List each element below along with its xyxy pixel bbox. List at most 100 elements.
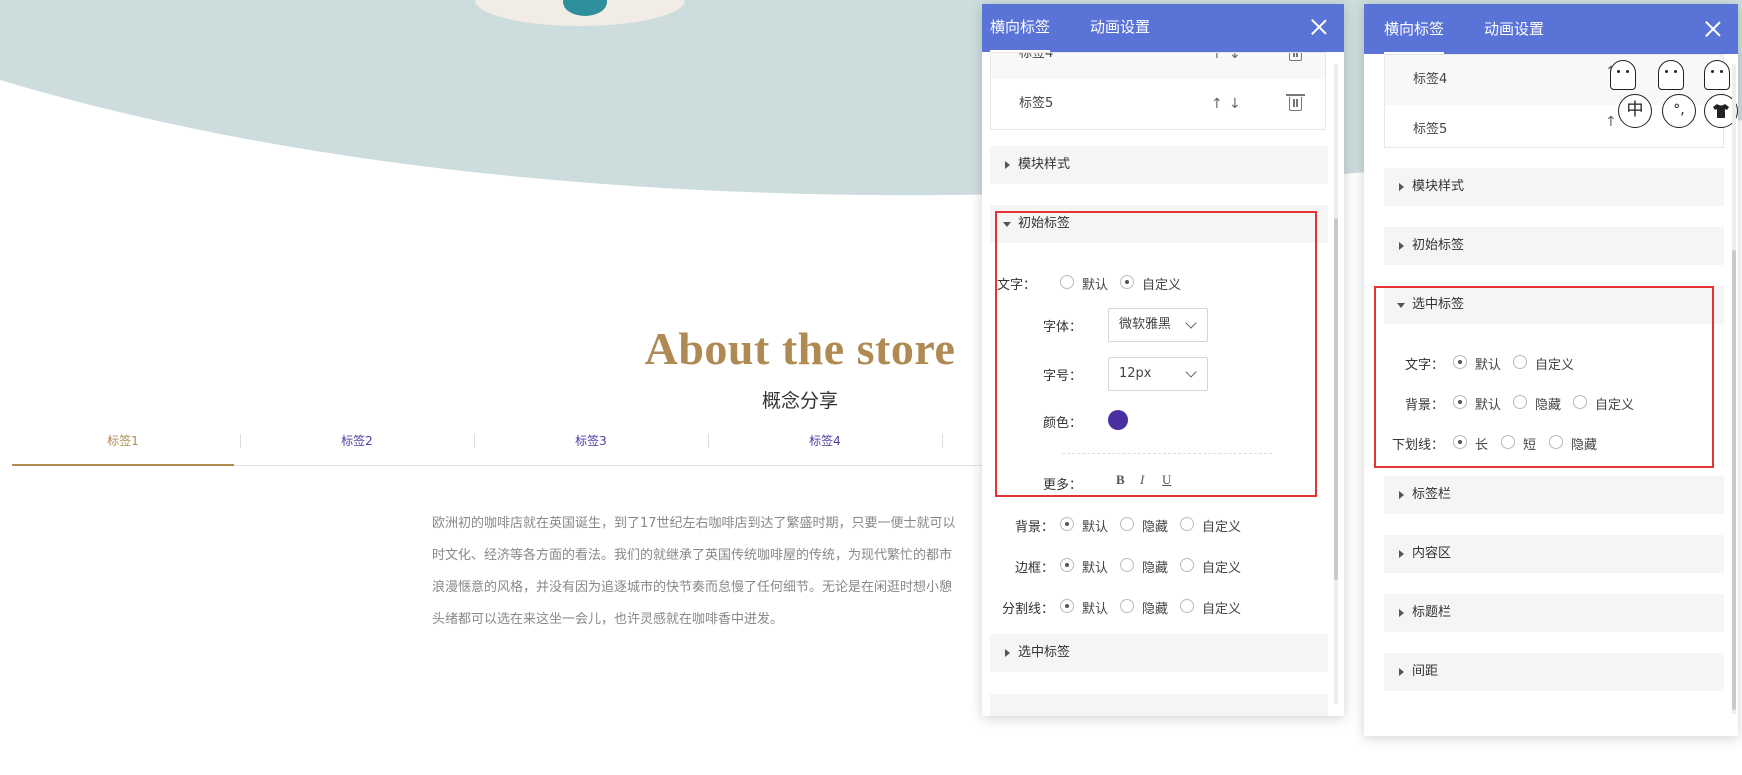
arrow-up-icon[interactable]: ↑	[1211, 79, 1223, 129]
trash-icon[interactable]	[1286, 94, 1305, 111]
mascot-icon[interactable]	[1658, 60, 1684, 90]
right-settings-panel: 横向标签 动画设置 标签4 ↑ 标签5 ↑ 中 °, 模块样式	[1364, 4, 1738, 736]
radio-bg-hidden[interactable]	[1120, 517, 1134, 531]
radio-label: 默认	[1475, 358, 1502, 373]
list-item-label: 标签5	[1019, 96, 1054, 111]
content-tab-1[interactable]: 标签1	[12, 426, 234, 466]
arrow-up-icon[interactable]: ↑	[1605, 97, 1617, 147]
radio-label: 隐藏	[1142, 561, 1169, 576]
underline-button[interactable]: U	[1162, 472, 1171, 488]
size-label: 字号：	[1042, 369, 1082, 384]
section-label: 内容区	[1412, 546, 1452, 561]
tab-separator	[240, 434, 241, 448]
close-icon[interactable]	[1704, 20, 1722, 38]
section-selected-tab[interactable]: 选中标签	[1384, 286, 1724, 324]
radio-bg-custom[interactable]	[1180, 517, 1194, 531]
radio-label: 默认	[1475, 398, 1502, 413]
section-label: 模块样式	[1018, 157, 1071, 172]
radio-underline-short[interactable]	[1501, 435, 1515, 449]
section-title-bar[interactable]: 标题栏	[1384, 594, 1724, 632]
caret-right-icon	[1005, 649, 1010, 657]
underline-label: 下划线：	[1391, 438, 1444, 453]
section-content-area[interactable]: 内容区	[1384, 535, 1724, 573]
section-label: 标题栏	[1412, 605, 1452, 620]
article-line: 头绪都可以选在来这坐一会儿，也许灵感就在咖啡香中迸发。	[432, 612, 784, 627]
mascot-icon[interactable]	[1610, 60, 1636, 90]
color-label: 颜色：	[1042, 416, 1082, 431]
radio-bg-hidden[interactable]	[1513, 395, 1527, 409]
chevron-down-icon	[1185, 317, 1197, 329]
bg-label: 背景：	[1014, 520, 1054, 535]
caret-right-icon	[1399, 242, 1404, 250]
radio-divider-hidden[interactable]	[1120, 599, 1134, 613]
section-label: 标签栏	[1412, 487, 1452, 502]
radio-underline-long[interactable]	[1453, 435, 1467, 449]
text-label: 文字：	[1404, 358, 1444, 373]
size-select[interactable]: 12px	[1108, 357, 1208, 391]
size-value: 12px	[1119, 366, 1152, 381]
more-label: 更多：	[1042, 478, 1082, 493]
screen: About the store 概念分享 标签1 标签2 标签3 标签4 欧洲初…	[0, 0, 1742, 775]
radio-border-default[interactable]	[1060, 558, 1074, 572]
mascot-punct-icon[interactable]: °,	[1662, 94, 1696, 128]
radio-divider-default[interactable]	[1060, 599, 1074, 613]
radio-border-custom[interactable]	[1180, 558, 1194, 572]
radio-text-custom[interactable]	[1120, 275, 1134, 289]
section-initial-tab[interactable]: 初始标签	[1384, 227, 1724, 265]
mascot-icon[interactable]	[1704, 60, 1730, 90]
list-item: 标签4 ↑ ↓	[991, 53, 1325, 79]
section-selected-tab[interactable]: 选中标签	[990, 634, 1328, 672]
section-next-collapsed[interactable]	[990, 694, 1328, 716]
radio-label: 自定义	[1202, 561, 1242, 576]
content-tab-4[interactable]: 标签4	[714, 426, 936, 466]
bold-button[interactable]: B	[1116, 472, 1125, 488]
tab-separator	[942, 434, 943, 448]
caret-right-icon	[1399, 491, 1404, 499]
font-select[interactable]: 微软雅黑	[1108, 308, 1208, 342]
radio-label: 自定义	[1202, 602, 1242, 617]
close-icon[interactable]	[1310, 18, 1328, 36]
radio-border-hidden[interactable]	[1120, 558, 1134, 572]
tab-separator	[474, 434, 475, 448]
section-spacing[interactable]: 间距	[1384, 653, 1724, 691]
caret-down-icon	[1003, 222, 1011, 227]
section-tab-bar[interactable]: 标签栏	[1384, 476, 1724, 514]
caret-down-icon	[1397, 303, 1405, 308]
trash-icon[interactable]	[1289, 53, 1302, 61]
arrow-down-icon[interactable]: ↓	[1229, 53, 1241, 79]
radio-label: 隐藏	[1142, 602, 1169, 617]
tab-animation-settings[interactable]: 动画设置	[1484, 4, 1544, 54]
tab-animation-settings[interactable]: 动画设置	[1090, 4, 1150, 52]
radio-label: 默认	[1082, 278, 1109, 293]
article-line: 浪漫惬意的风格，并没有因为追逐城市的快节奏而怠慢了任何细节。无论是在闲逛时想小憩	[432, 580, 953, 595]
radio-label: 默认	[1082, 561, 1109, 576]
arrow-up-icon[interactable]: ↑	[1211, 53, 1223, 79]
radio-bg-default[interactable]	[1453, 395, 1467, 409]
section-module-style[interactable]: 模块样式	[1384, 168, 1724, 206]
color-swatch[interactable]	[1108, 410, 1128, 430]
radio-label: 自定义	[1142, 278, 1182, 293]
list-item-label: 标签5	[1413, 122, 1448, 137]
italic-button[interactable]: I	[1140, 472, 1144, 488]
radio-underline-hidden[interactable]	[1549, 435, 1563, 449]
content-tabbar: 标签1 标签2 标签3 标签4	[12, 426, 1012, 466]
tab-horizontal-label[interactable]: 横向标签	[990, 4, 1051, 52]
mascot-chinese-icon[interactable]: 中	[1618, 94, 1652, 128]
section-label: 选中标签	[1412, 297, 1465, 312]
radio-bg-custom[interactable]	[1573, 395, 1587, 409]
scrollbar-thumb[interactable]	[1732, 250, 1736, 710]
scrollbar-thumb[interactable]	[1334, 218, 1338, 580]
section-module-style[interactable]: 模块样式	[990, 146, 1328, 184]
radio-bg-default[interactable]	[1060, 517, 1074, 531]
content-tab-3[interactable]: 标签3	[480, 426, 702, 466]
section-initial-tab[interactable]: 初始标签	[990, 205, 1328, 243]
section-label: 模块样式	[1412, 179, 1465, 194]
radio-divider-custom[interactable]	[1180, 599, 1194, 613]
radio-text-custom[interactable]	[1513, 355, 1527, 369]
arrow-down-icon[interactable]: ↓	[1229, 79, 1241, 129]
radio-label: 长	[1475, 438, 1489, 453]
radio-text-default[interactable]	[1060, 275, 1074, 289]
content-tab-2[interactable]: 标签2	[246, 426, 468, 466]
radio-text-default[interactable]	[1453, 355, 1467, 369]
tab-horizontal-label[interactable]: 横向标签	[1384, 4, 1445, 54]
